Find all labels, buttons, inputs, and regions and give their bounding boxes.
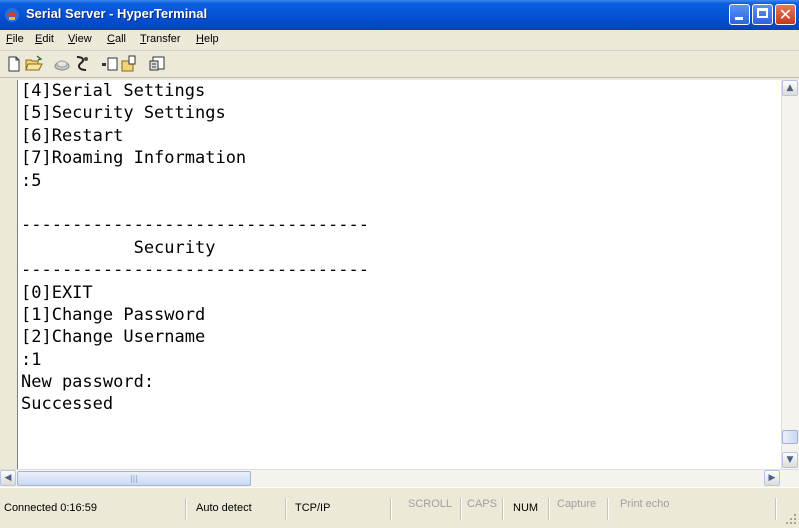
scroll-up-arrow-icon: ▲: [786, 83, 794, 93]
menu-view[interactable]: View: [68, 33, 92, 45]
terminal-output: [4]Serial Settings [5]Security Settings …: [21, 80, 369, 416]
terminal-line: [4]Serial Settings: [21, 81, 206, 101]
hyperterminal-app-icon: [5, 8, 19, 22]
status-bar: Connected 0:16:59 Auto detect TCP/IP SCR…: [0, 487, 799, 528]
terminal-line: [6]Restart: [21, 125, 124, 146]
scroll-right-button[interactable]: ▶: [764, 470, 780, 486]
status-capture: Capture: [557, 498, 597, 510]
menu-call[interactable]: Call: [107, 33, 126, 45]
status-divider: [502, 498, 503, 520]
menu-help[interactable]: Help: [196, 33, 219, 45]
status-divider: [460, 498, 461, 520]
terminal-line: [2]Change Username: [21, 327, 206, 348]
menu-file[interactable]: File: [6, 33, 24, 45]
status-protocol: TCP/IP: [295, 502, 331, 514]
horizontal-scrollbar[interactable]: ◀ ||| ▶: [0, 469, 799, 487]
new-document-icon[interactable]: [5, 55, 23, 73]
window-title: Serial Server - HyperTerminal: [26, 6, 208, 21]
status-print-echo: Print echo: [620, 498, 670, 510]
terminal-line: [1]Change Password: [21, 304, 206, 325]
status-divider: [548, 498, 549, 520]
horizontal-scroll-thumb[interactable]: |||: [17, 471, 251, 486]
maximize-button[interactable]: [752, 4, 773, 25]
minimize-button[interactable]: [729, 4, 750, 25]
receive-icon[interactable]: [121, 55, 139, 73]
terminal-line: [0]EXIT: [21, 282, 93, 303]
terminal-line: ----------------------------------: [21, 215, 369, 236]
terminal-line: [5]Security Settings: [21, 103, 226, 124]
terminal-line: ----------------------------------: [21, 260, 369, 281]
maximize-icon: [757, 8, 768, 18]
call-icon[interactable]: [53, 55, 71, 73]
terminal-line: Successed: [21, 394, 114, 415]
status-scroll: SCROLL: [408, 498, 453, 510]
status-detect: Auto detect: [196, 502, 252, 514]
terminal-line: :1: [21, 349, 42, 370]
terminal-line: :5: [21, 170, 42, 191]
close-icon: ✕: [778, 5, 793, 24]
close-button[interactable]: ✕: [775, 4, 796, 25]
scroll-right-arrow-icon: ▶: [768, 473, 776, 483]
vertical-scrollbar[interactable]: ▲ ▼: [781, 80, 799, 469]
minimize-icon: [735, 17, 743, 20]
status-divider: [285, 498, 286, 520]
menu-edit[interactable]: Edit: [35, 33, 54, 45]
open-folder-icon[interactable]: [25, 55, 43, 73]
status-divider: [390, 498, 391, 520]
scroll-down-arrow-icon: ▼: [786, 455, 794, 465]
status-divider: [775, 498, 776, 520]
vertical-scroll-thumb[interactable]: [782, 430, 798, 444]
status-connected: Connected 0:16:59: [4, 502, 97, 514]
status-num: NUM: [513, 502, 539, 514]
terminal-line: [7]Roaming Information: [21, 148, 247, 169]
terminal-line: New password:: [21, 372, 155, 393]
title-bar[interactable]: Serial Server - HyperTerminal ✕: [0, 0, 799, 30]
grip-icon: |||: [129, 474, 139, 483]
status-divider: [185, 498, 186, 520]
terminal-screen[interactable]: [4]Serial Settings [5]Security Settings …: [18, 80, 780, 469]
scroll-down-button[interactable]: ▼: [782, 452, 798, 468]
scroll-left-button[interactable]: ◀: [0, 470, 16, 486]
status-divider: [607, 498, 608, 520]
menu-bar: File Edit View Call Transfer Help: [0, 30, 799, 51]
properties-icon[interactable]: [148, 55, 166, 73]
resize-grip-icon[interactable]: [786, 514, 797, 525]
menu-transfer[interactable]: Transfer: [140, 33, 181, 45]
toolbar: [0, 51, 799, 78]
disconnect-icon[interactable]: [73, 55, 91, 73]
status-caps: CAPS: [467, 498, 497, 510]
terminal-line: Security: [21, 237, 216, 258]
scroll-up-button[interactable]: ▲: [782, 80, 798, 96]
scroll-left-arrow-icon: ◀: [4, 473, 12, 483]
send-icon[interactable]: [101, 55, 119, 73]
